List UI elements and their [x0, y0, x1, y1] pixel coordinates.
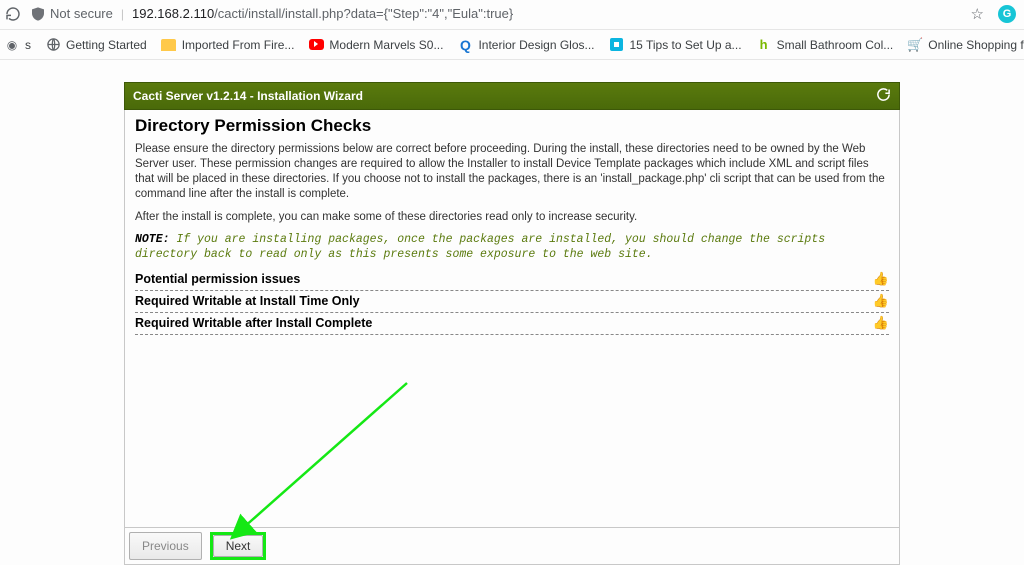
note-body: If you are installing packages, once the…: [135, 233, 825, 261]
section-writable-install[interactable]: Required Writable at Install Time Only 👍: [135, 291, 889, 313]
q-icon: Q: [457, 37, 473, 53]
bookmark-label: Small Bathroom Col...: [777, 38, 894, 52]
bookmark-label: Modern Marvels S0...: [329, 38, 443, 52]
section-label: Required Writable at Install Time Only: [135, 294, 360, 308]
bookmark-item[interactable]: Q Interior Design Glos...: [457, 37, 594, 53]
not-secure-label: Not secure: [50, 6, 113, 21]
square-icon: [609, 37, 625, 53]
installer-body: Directory Permission Checks Please ensur…: [124, 110, 900, 528]
next-button-highlight: Next: [210, 532, 267, 560]
section-label: Required Writable after Install Complete: [135, 316, 372, 330]
thumbs-up-icon: 👍: [873, 293, 889, 309]
bookmark-item[interactable]: h Small Bathroom Col...: [756, 37, 894, 53]
bookmark-label: s: [25, 38, 31, 52]
bookmark-item[interactable]: ◉ s: [4, 37, 31, 53]
section-writable-after[interactable]: Required Writable after Install Complete…: [135, 313, 889, 335]
bookmark-item[interactable]: 🛒 Online Shopping fo...: [907, 37, 1024, 53]
globe-icon: [45, 37, 61, 53]
bookmark-item[interactable]: 15 Tips to Set Up a...: [609, 37, 742, 53]
section-label: Potential permission issues: [135, 272, 300, 286]
bookmark-label: Imported From Fire...: [182, 38, 295, 52]
thumbs-up-icon: 👍: [873, 315, 889, 331]
wizard-footer: Previous Next: [124, 528, 900, 565]
bookmark-star-icon[interactable]: ☆: [971, 5, 984, 23]
bookmark-label: Online Shopping fo...: [928, 38, 1024, 52]
section-potential-issues[interactable]: Potential permission issues 👍: [135, 269, 889, 291]
youtube-icon: [308, 37, 324, 53]
bookmark-item[interactable]: Getting Started: [45, 37, 147, 53]
security-indicator[interactable]: Not secure: [30, 6, 113, 22]
url-path: /cacti/install/install.php?data={"Step":…: [214, 6, 513, 21]
bookmark-item[interactable]: Modern Marvels S0...: [308, 37, 443, 53]
next-button[interactable]: Next: [213, 535, 264, 557]
previous-button[interactable]: Previous: [129, 532, 202, 560]
browser-address-bar: Not secure | 192.168.2.110/cacti/install…: [0, 0, 1024, 30]
bookmark-item[interactable]: Imported From Fire...: [161, 37, 295, 53]
cart-icon: 🛒: [907, 37, 923, 53]
extension-icon[interactable]: G: [998, 5, 1016, 23]
installer-header-title: Cacti Server v1.2.14 - Installation Wiza…: [133, 89, 363, 103]
page-title: Directory Permission Checks: [135, 116, 889, 136]
note-text: NOTE: If you are installing packages, on…: [135, 233, 889, 263]
installer-wizard: Cacti Server v1.2.14 - Installation Wiza…: [124, 82, 900, 565]
reload-icon[interactable]: [4, 5, 22, 23]
h-icon: h: [756, 37, 772, 53]
bookmark-label: Interior Design Glos...: [478, 38, 594, 52]
url-address[interactable]: 192.168.2.110/cacti/install/install.php?…: [132, 6, 963, 21]
note-label: NOTE:: [135, 233, 170, 246]
refresh-icon[interactable]: [876, 87, 891, 105]
thumbs-up-icon: 👍: [873, 271, 889, 287]
bookmarks-bar: ◉ s Getting Started Imported From Fire..…: [0, 30, 1024, 60]
bookmark-label: 15 Tips to Set Up a...: [630, 38, 742, 52]
paragraph-security: After the install is complete, you can m…: [135, 210, 889, 225]
folder-icon: [161, 37, 177, 53]
url-host: 192.168.2.110: [132, 6, 214, 21]
globe-icon: ◉: [4, 37, 20, 53]
bookmark-label: Getting Started: [66, 38, 147, 52]
installer-header: Cacti Server v1.2.14 - Installation Wiza…: [124, 82, 900, 110]
paragraph-intro: Please ensure the directory permissions …: [135, 142, 889, 202]
